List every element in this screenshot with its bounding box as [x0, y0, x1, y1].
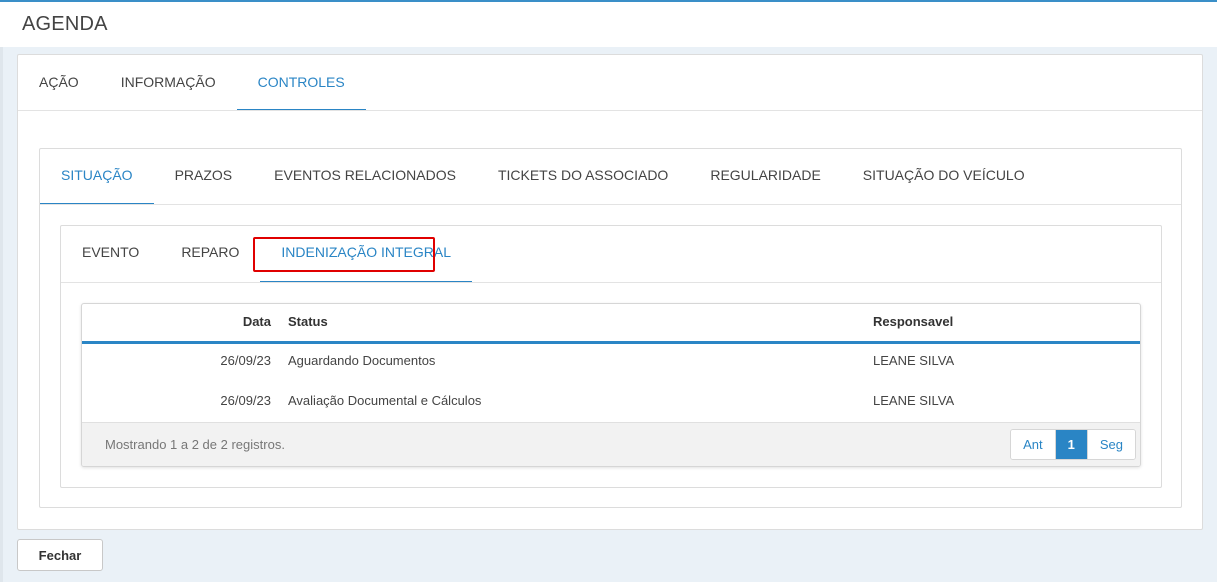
current-page-button[interactable]: 1 — [1055, 430, 1088, 459]
row-status: Aguardando Documentos — [288, 353, 436, 368]
row-date: 26/09/23 — [220, 353, 271, 368]
status-table: Data Status Responsavel 26/09/23 Aguarda… — [81, 303, 1141, 467]
table-footer: Mostrando 1 a 2 de 2 registros. Ant 1 Se… — [82, 422, 1140, 466]
tab-indenizacao-integral[interactable]: INDENIZAÇÃO INTEGRAL — [260, 226, 472, 283]
page-title: AGENDA — [22, 13, 108, 35]
row-date: 26/09/23 — [220, 393, 271, 408]
control-tabs-divider — [40, 204, 1181, 205]
close-button[interactable]: Fechar — [17, 539, 103, 571]
situacao-tabs: EVENTO REPARO INDENIZAÇÃO INTEGRAL — [61, 226, 472, 283]
table-header: Data Status Responsavel — [82, 304, 1140, 344]
row-responsible: LEANE SILVA — [873, 353, 955, 368]
tab-reparo[interactable]: REPARO — [160, 226, 260, 283]
main-tabs-divider — [18, 110, 1202, 111]
previous-page-button[interactable]: Ant — [1011, 430, 1056, 459]
control-tabs: SITUAÇÃO PRAZOS EVENTOS RELACIONADOS TIC… — [40, 149, 1046, 205]
tab-informacao[interactable]: INFORMAÇÃO — [100, 55, 237, 111]
tab-tickets-do-associado[interactable]: TICKETS DO ASSOCIADO — [477, 149, 689, 205]
indenizacao-panel: EVENTO REPARO INDENIZAÇÃO INTEGRAL Data … — [60, 225, 1162, 488]
main-tabs: AÇÃO INFORMAÇÃO CONTROLES — [18, 55, 366, 111]
column-header-responsible: Responsavel — [873, 314, 954, 329]
tab-eventos-relacionados[interactable]: EVENTOS RELACIONADOS — [253, 149, 477, 205]
tab-situacao[interactable]: SITUAÇÃO — [40, 149, 154, 205]
controls-panel: AÇÃO INFORMAÇÃO CONTROLES SITUAÇÃO PRAZO… — [17, 54, 1203, 530]
next-page-button[interactable]: Seg — [1087, 430, 1135, 459]
left-edge — [0, 47, 3, 582]
column-header-status: Status — [288, 314, 328, 329]
tab-acao[interactable]: AÇÃO — [18, 55, 100, 111]
page-header: AGENDA — [0, 2, 1217, 47]
situacao-tabs-divider — [61, 282, 1161, 283]
row-responsible: LEANE SILVA — [873, 393, 955, 408]
records-info: Mostrando 1 a 2 de 2 registros. — [105, 437, 285, 452]
table-row[interactable]: 26/09/23 Aguardando Documentos LEANE SIL… — [82, 344, 1140, 384]
situacao-panel: SITUAÇÃO PRAZOS EVENTOS RELACIONADOS TIC… — [39, 148, 1182, 508]
tab-situacao-do-veiculo[interactable]: SITUAÇÃO DO VEÍCULO — [842, 149, 1046, 205]
tab-evento[interactable]: EVENTO — [61, 226, 160, 283]
row-status: Avaliação Documental e Cálculos — [288, 393, 482, 408]
column-header-date: Data — [242, 314, 271, 329]
tab-controles[interactable]: CONTROLES — [236, 55, 366, 111]
tab-regularidade[interactable]: REGULARIDADE — [689, 149, 841, 205]
tab-prazos[interactable]: PRAZOS — [154, 149, 254, 205]
pagination: Ant 1 Seg — [1010, 429, 1136, 460]
table-row[interactable]: 26/09/23 Avaliação Documental e Cálculos… — [82, 384, 1140, 424]
